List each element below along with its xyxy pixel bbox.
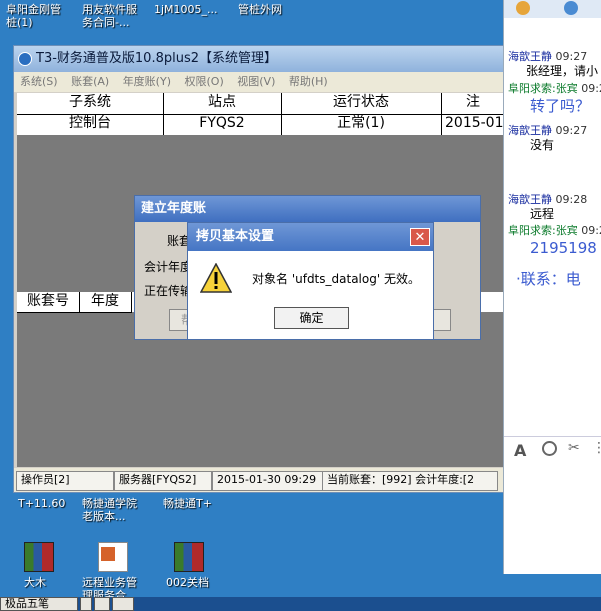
chat-message: 海歆王静 09:27 没有 [508, 124, 587, 153]
status-bar: 操作员[2] 服务器[FYQS2] 2015-01-30 09:29 当前账套：… [14, 468, 504, 492]
desktop-icon-label[interactable]: T+11.60 [18, 497, 78, 510]
ok-button[interactable]: 确定 [274, 307, 349, 329]
chat-panel: 海歆王静 09:27 张经理，请小 阜阳求索:张宾 09:27 转了吗？ 海歆王… [503, 0, 601, 574]
ppt-badge-icon [101, 547, 115, 561]
chat-text: 张经理，请小 [526, 64, 599, 78]
chat-top-bar [504, 0, 601, 18]
window-title-text: T3-财务通普及版10.8plus2【系统管理】 [36, 51, 277, 66]
error-message: 对象名 'ufdts_datalog' 无效。 [252, 272, 420, 286]
chat-message: 阜阳求索:张宾 09:28 2195198 [508, 224, 601, 258]
chat-text: 远程 [530, 207, 555, 221]
menu-view[interactable]: 视图(V) [237, 75, 275, 88]
chat-sender: 阜阳求索:张宾 09:27 [508, 82, 601, 95]
font-icon[interactable]: A [514, 441, 526, 460]
emoji-icon[interactable] [542, 441, 557, 456]
status-datetime: 2015-01-30 09:29 [212, 471, 326, 491]
dialog-title[interactable]: 建立年度账 [135, 196, 480, 222]
chat-text: 转了吗？ [530, 97, 591, 115]
status-server: 服务器[FYQS2] [114, 471, 212, 491]
chat-sender: 海歆王静 09:28 [508, 193, 588, 206]
archive-icon[interactable] [24, 542, 54, 572]
desktop-icon-label[interactable]: 畅捷通T+ [163, 497, 233, 510]
table-cell[interactable]: 控制台 [17, 114, 164, 136]
cancel-button[interactable] [433, 309, 451, 331]
contact-line: ·联系：电 [516, 270, 581, 288]
taskbar-ime-item[interactable]: 极品五笔 [0, 597, 78, 611]
table-header: 账套号 [17, 292, 80, 313]
chat-sender: 海歆王静 09:27 [508, 124, 588, 137]
user-avatar-icon[interactable] [516, 1, 530, 15]
table-cell[interactable]: 2015-01- [441, 114, 509, 136]
status-account: 当前账套：[992] 会计年度:[2 [322, 471, 498, 491]
subsystem-table: 子系统 站点 运行状态 注 控制台 FYQS2 正常(1) 2015-01- [17, 93, 509, 136]
menu-help[interactable]: 帮助(H) [289, 75, 328, 88]
tools-icon[interactable]: ✂ [568, 440, 580, 456]
camera-icon[interactable] [564, 1, 578, 15]
desktop-icon-label[interactable]: 阜阳金刚管 桩(1) [6, 3, 76, 29]
desktop-icon-label[interactable]: 畅捷通学院 老版本... [82, 497, 152, 523]
menu-year-account[interactable]: 年度账(Y) [123, 75, 171, 88]
chat-text: 2195198 [530, 239, 597, 257]
chat-text: 没有 [530, 138, 555, 152]
chat-message: 阜阳求索:张宾 09:27 转了吗？ [508, 82, 601, 116]
chat-sender: 阜阳求索:张宾 09:28 [508, 224, 601, 237]
taskbar: 极品五笔 [0, 597, 601, 611]
chat-toolbar: A ✂ ⋮ [504, 436, 601, 462]
menu-account[interactable]: 账套(A) [71, 75, 109, 88]
fiscal-year-label: 会计年度 [144, 260, 193, 274]
transferring-label: 正在传输 [144, 284, 193, 298]
warning-icon [199, 262, 233, 293]
taskbar-button[interactable] [94, 597, 110, 611]
table-cell[interactable]: 正常(1) [281, 114, 442, 136]
desktop-icon-label[interactable]: 1jM1005_... [154, 3, 234, 16]
menu-permission[interactable]: 权限(O) [185, 75, 224, 88]
archive-icon[interactable] [174, 542, 204, 572]
status-operator: 操作员[2] [16, 471, 114, 491]
menu-system[interactable]: 系统(S) [20, 75, 58, 88]
desktop-icon-label[interactable]: 大木 [24, 576, 64, 589]
table-header: 年度 [79, 292, 132, 313]
table-header: 注 [441, 93, 505, 115]
dialog-title[interactable]: 拷贝基本设置 [188, 223, 433, 251]
close-icon[interactable]: ✕ [410, 228, 430, 246]
taskbar-button[interactable] [112, 597, 134, 611]
copy-settings-dialog: 拷贝基本设置 ✕ 对象名 'ufdts_datalog' 无效。 确定 [187, 222, 434, 340]
table-cell[interactable]: FYQS2 [163, 114, 282, 136]
desktop-icon-label[interactable]: 用友软件服 务合同-... [82, 3, 152, 29]
more-icon[interactable]: ⋮ [592, 440, 601, 456]
desktop-icon-label[interactable]: 002关档 [166, 576, 216, 589]
table-header: 子系统 [17, 93, 164, 115]
chat-sender: 海歆王静 09:27 [508, 50, 588, 63]
table-header: 站点 [163, 93, 282, 115]
chat-message: 海歆王静 09:27 张经理，请小 [508, 50, 598, 79]
taskbar-button[interactable] [80, 597, 92, 611]
document-icon[interactable] [98, 542, 128, 572]
chat-message: 海歆王静 09:28 远程 [508, 193, 587, 222]
window-title[interactable]: T3-财务通普及版10.8plus2【系统管理】 [14, 46, 504, 72]
table-header: 运行状态 [281, 93, 442, 115]
desktop-icon-label[interactable]: 管桩外网 [238, 3, 298, 16]
app-logo-icon [18, 52, 32, 66]
menu-bar: 系统(S) 账套(A) 年度账(Y) 权限(O) 视图(V) 帮助(H) [14, 72, 504, 92]
